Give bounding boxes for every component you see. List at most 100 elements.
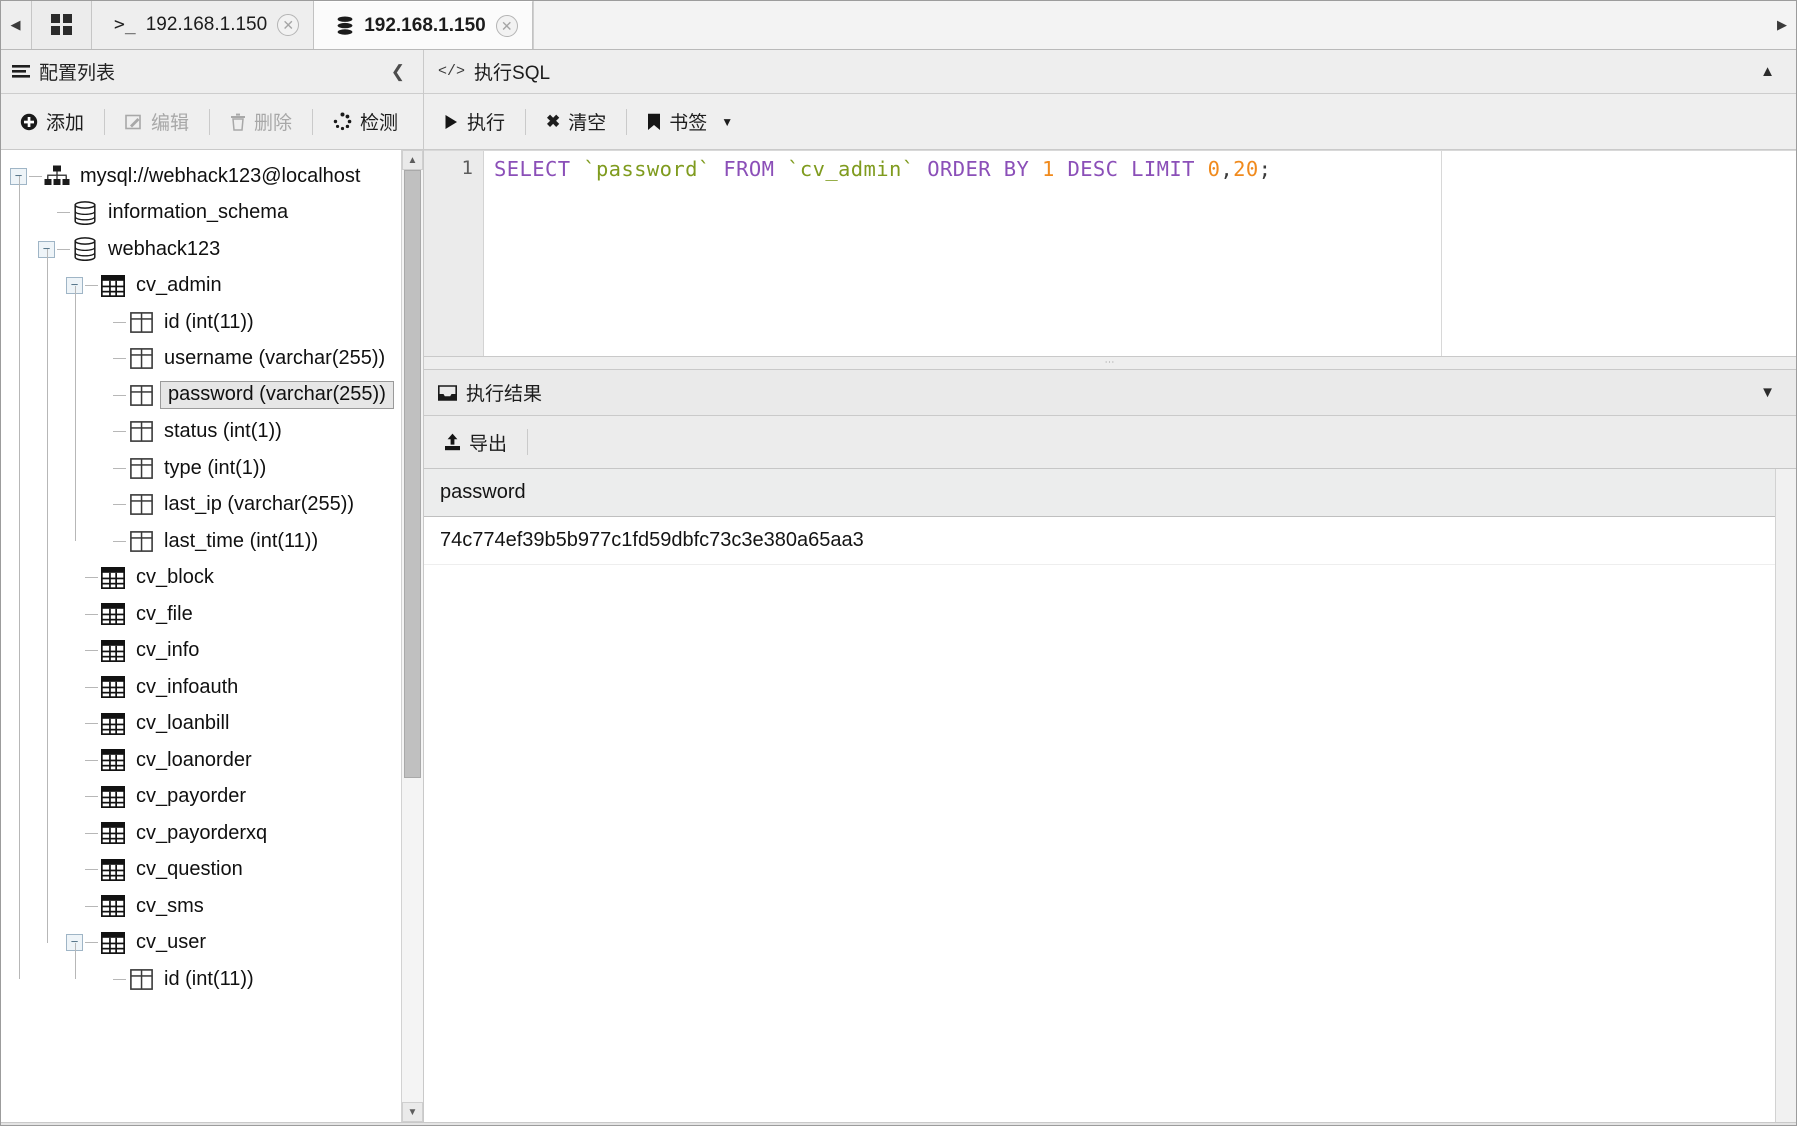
tree-node-mysql-webhack123-localhost[interactable]: − mysql://webhack123@localhost [0,158,401,195]
toolbar-separator [527,429,529,455]
delete-button[interactable]: 删除 [210,94,312,149]
result-grid-rows[interactable]: 74c774ef39b5b977c1fd59dbfc73c3e380a65aa3 [424,517,1775,1122]
left-panel: 配置列表 ❮ 添加 编辑 删除 检测 − mysql://webhack123@… [0,50,424,1122]
list-lines-icon-svg [12,64,30,78]
database-tree[interactable]: − mysql://webhack123@localhost information… [0,150,401,1122]
column-icon [126,494,156,516]
tree-node-password-varchar-255-[interactable]: password (varchar(255)) [0,377,401,414]
tab-label: 192.168.1.150 [145,13,268,35]
table-icon-svg [101,712,125,735]
table-icon [98,274,128,297]
column-icon [126,348,156,370]
tree-node-cv_loanbill[interactable]: cv_loanbill [0,706,401,743]
detect-button[interactable]: 检测 [313,94,418,149]
tree-node-cv_question[interactable]: cv_question [0,852,401,889]
tree-node-id-int-11-[interactable]: id (int(11)) [0,304,401,341]
clear-x-icon: ✖ [546,112,561,131]
result-section: 执行结果 ▼ 导出 password 74c774ef39b5b977c1fd5… [424,370,1797,1122]
chevron-down-icon[interactable]: ▼ [721,116,733,128]
tree-expander-placeholder [38,204,55,221]
tree-node-label: webhack123 [108,237,221,260]
tree-connector-line [113,540,126,542]
tree-expander-placeholder [94,533,111,550]
tabs-scroll-right-icon[interactable]: ▶ [1767,0,1797,49]
sql-code-editor[interactable]: 1 SELECT `password` FROM `cv_admin` ORDE… [424,150,1797,356]
tree-connector-line [85,942,98,944]
tree-node-cv_admin[interactable]: − cv_admin [0,268,401,305]
table-row[interactable]: 74c774ef39b5b977c1fd59dbfc73c3e380a65aa3 [424,517,1775,565]
horizontal-splitter[interactable]: ⋯ [424,356,1797,370]
table-icon-svg [101,931,125,954]
tree-node-username-varchar-255-[interactable]: username (varchar(255)) [0,341,401,378]
tree-expander-placeholder [94,460,111,477]
clear-button[interactable]: ✖ 清空 [526,94,626,149]
apps-grid-button[interactable] [32,0,92,49]
tree-node-last_ip-varchar-255-[interactable]: last_ip (varchar(255)) [0,487,401,524]
export-button[interactable]: 导出 [424,416,527,468]
tree-expander-placeholder [66,825,83,842]
sql-token: `password` [583,157,711,181]
tree-node-id-int-11-[interactable]: id (int(11)) [0,961,401,998]
execute-button[interactable]: 执行 [424,94,525,149]
tree-node-cv_file[interactable]: cv_file [0,596,401,633]
tab-ssh-192-168-1-150[interactable]: >_ 192.168.1.150 ✕ [92,0,315,49]
tree-expander-placeholder [94,314,111,331]
scroll-down-icon[interactable]: ▼ [402,1102,423,1122]
tree-node-cv_payorderxq[interactable]: cv_payorderxq [0,815,401,852]
result-panel-header: 执行结果 ▼ [424,370,1797,416]
column-icon [126,968,156,990]
tree-node-last_time-int-11-[interactable]: last_time (int(11)) [0,523,401,560]
result-cell[interactable]: 74c774ef39b5b977c1fd59dbfc73c3e380a65aa3 [424,529,880,552]
tabs-scroll-left-icon[interactable]: ◀ [0,0,32,49]
tree-node-cv_loanorder[interactable]: cv_loanorder [0,742,401,779]
tree-vertical-scrollbar[interactable]: ▲ ▼ [401,150,423,1122]
terminal-prompt-icon: >_ [114,14,136,35]
result-column-header[interactable]: password [424,469,1714,516]
column-icon-svg [129,348,153,370]
result-vertical-scrollbar[interactable] [1775,469,1797,1122]
close-icon[interactable]: ✕ [277,13,300,36]
add-button[interactable]: 添加 [0,94,104,149]
table-icon [98,895,128,918]
close-icon[interactable]: ✕ [495,14,518,37]
sql-panel-header: </> 执行SQL ▲ [424,50,1797,94]
bookmark-button[interactable]: 书签 ▼ [627,94,753,149]
sql-token: `cv_admin` [787,157,915,181]
tree-node-information_schema[interactable]: information_schema [0,195,401,232]
tree-node-status-int-1-[interactable]: status (int(1)) [0,414,401,451]
edit-button[interactable]: 编辑 [105,94,209,149]
tree-expander-placeholder [66,898,83,915]
tree-connector-line [57,248,70,250]
tree-node-label: information_schema [108,201,289,224]
tree-expander-placeholder [94,350,111,367]
tree-node-cv_block[interactable]: cv_block [0,560,401,597]
tree-node-cv_sms[interactable]: cv_sms [0,888,401,925]
tree-connector-line [113,978,126,980]
tree-node-webhack123[interactable]: − webhack123 [0,231,401,268]
sql-query-text[interactable]: SELECT `password` FROM `cv_admin` ORDER … [484,151,1797,356]
scroll-up-icon[interactable]: ▲ [402,150,423,170]
tree-node-type-int-1-[interactable]: type (int(1)) [0,450,401,487]
tree-node-label: cv_user [136,931,207,954]
tree-node-cv_payorder[interactable]: cv_payorder [0,779,401,816]
collapse-sql-panel-icon[interactable]: ▲ [1752,63,1783,80]
scrollbar-thumb[interactable] [404,170,421,778]
tree-node-cv_infoauth[interactable]: cv_infoauth [0,669,401,706]
scrollbar-track[interactable] [402,170,423,1102]
tree-connector-line [75,942,76,980]
tree-node-label: username (varchar(255)) [164,347,386,370]
tree-node-cv_info[interactable]: cv_info [0,633,401,670]
table-icon [98,712,128,735]
collapse-left-panel-icon[interactable]: ❮ [385,62,411,82]
tree-node-label: last_time (int(11)) [164,529,319,552]
column-icon-svg [129,968,153,990]
tab-db-192-168-1-150[interactable]: 192.168.1.150 ✕ [314,0,533,49]
column-icon-svg [129,384,153,406]
inbox-tray-icon-svg [438,384,457,401]
tree-node-cv_user[interactable]: − cv_user [0,925,401,962]
collapse-result-panel-icon[interactable]: ▼ [1752,384,1783,401]
table-icon-svg [101,603,125,626]
